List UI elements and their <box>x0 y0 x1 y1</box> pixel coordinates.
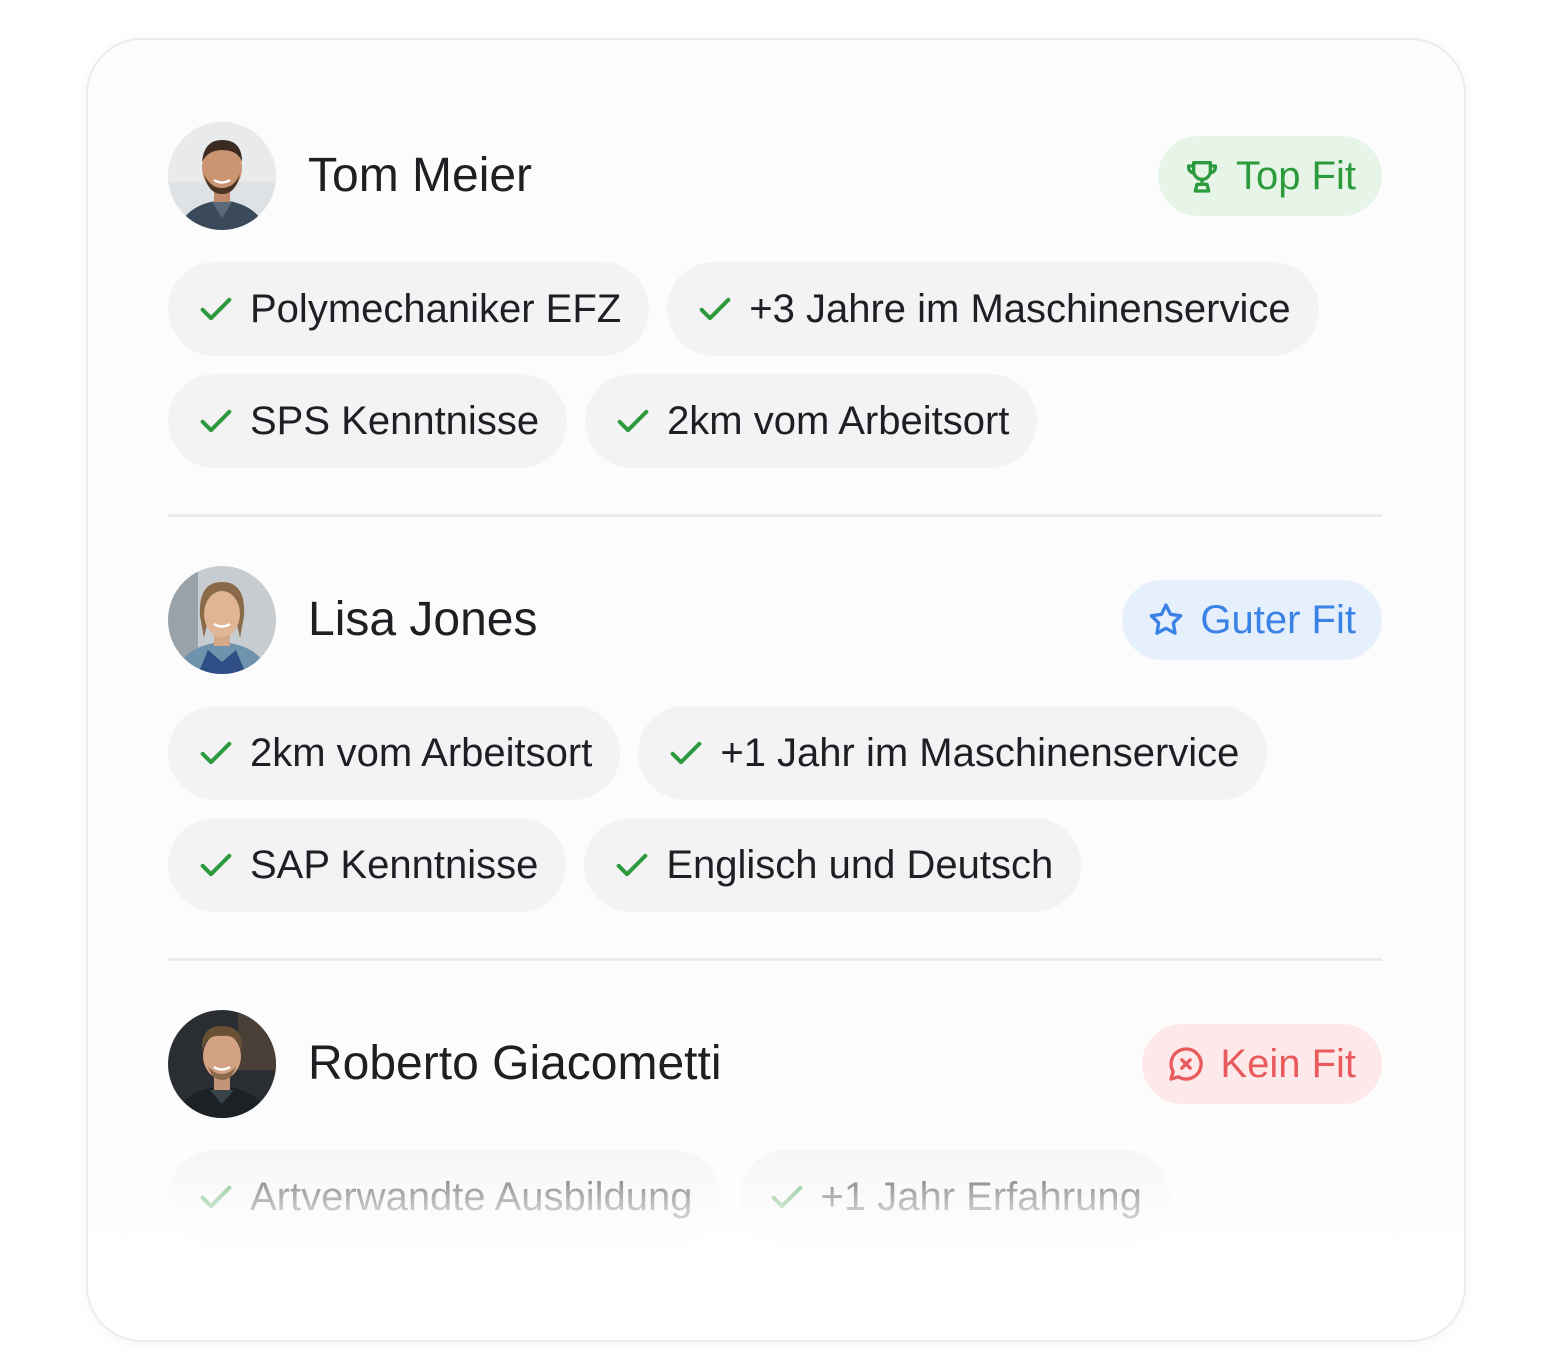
check-icon <box>200 297 232 321</box>
divider <box>168 958 1382 961</box>
tag: Artverwandte Ausbildung <box>168 1150 721 1244</box>
candidate-header: Roberto Giacometti Kein Fit <box>168 1010 1382 1118</box>
tag-label: 2km vom Arbeitsort <box>250 730 593 775</box>
tag: 2km vom Arbeitsort <box>585 374 1038 468</box>
tag: SAP Kenntnisse <box>168 818 567 912</box>
tag-label: +1 Jahr im Maschinenservice <box>720 730 1240 775</box>
trophy-icon <box>1186 161 1217 193</box>
candidate-match-card: Tom Meier Top Fit Polymechaniker EFZ +3 … <box>86 38 1466 1342</box>
tag: +1 Jahr im Maschinenservice <box>638 706 1268 800</box>
star-icon <box>1150 603 1183 635</box>
candidate-header: Lisa Jones Guter Fit <box>168 566 1382 674</box>
fit-label: Guter Fit <box>1200 597 1356 642</box>
tag-label: SAP Kenntnisse <box>250 842 539 887</box>
check-icon <box>771 1185 802 1209</box>
divider <box>168 514 1382 517</box>
fit-label: Top Fit <box>1235 153 1356 198</box>
tag: Englisch und Deutsch <box>584 818 1082 912</box>
candidate-name: Lisa Jones <box>308 593 538 646</box>
fit-badge: Guter Fit <box>1122 580 1382 660</box>
check-icon <box>200 1185 232 1209</box>
tag-label: Polymechaniker EFZ <box>250 286 622 331</box>
candidate-name: Roberto Giacometti <box>308 1037 722 1090</box>
check-icon <box>699 297 731 321</box>
check-icon <box>670 741 702 765</box>
check-icon <box>617 409 649 433</box>
candidate-header: Tom Meier Top Fit <box>168 122 1382 230</box>
avatar <box>168 566 276 674</box>
candidate-item[interactable]: Tom Meier Top Fit Polymechaniker EFZ +3 … <box>168 122 1382 468</box>
check-icon <box>200 741 232 765</box>
tag: +1 Jahr Erfahrung <box>738 1150 1170 1244</box>
tag-list: Polymechaniker EFZ +3 Jahre im Maschinen… <box>168 262 1408 486</box>
tag-label: +1 Jahr Erfahrung <box>820 1174 1142 1219</box>
tag: +3 Jahre im Maschinenservice <box>667 262 1319 356</box>
tag: SPS Kenntnisse <box>168 374 568 468</box>
x-circle-chat-icon <box>1169 1047 1204 1081</box>
avatar <box>168 122 276 230</box>
check-icon <box>200 853 232 877</box>
avatar <box>168 1010 276 1118</box>
candidate-item[interactable]: Roberto Giacometti Kein Fit Artverwandte… <box>168 1010 1382 1244</box>
check-icon <box>200 409 232 433</box>
fit-badge: Kein Fit <box>1142 1024 1382 1104</box>
tag-label: SPS Kenntnisse <box>250 398 540 443</box>
candidate-name: Tom Meier <box>308 149 533 202</box>
check-icon <box>617 853 648 877</box>
fit-label: Kein Fit <box>1220 1041 1356 1086</box>
tag: Polymechaniker EFZ <box>168 262 650 356</box>
tag-list: 2km vom Arbeitsort +1 Jahr im Maschinens… <box>168 706 1408 930</box>
fit-badge: Top Fit <box>1157 136 1382 216</box>
candidate-item[interactable]: Lisa Jones Guter Fit 2km vom Arbeitsort … <box>168 566 1382 912</box>
tag-list: Artverwandte Ausbildung +1 Jahr Erfahrun… <box>168 1150 1408 1262</box>
tag-label: +3 Jahre im Maschinenservice <box>749 286 1291 331</box>
tag: 2km vom Arbeitsort <box>168 706 621 800</box>
tag-label: Artverwandte Ausbildung <box>250 1174 693 1219</box>
tag-label: 2km vom Arbeitsort <box>667 398 1010 443</box>
tag-label: Englisch und Deutsch <box>666 842 1054 887</box>
